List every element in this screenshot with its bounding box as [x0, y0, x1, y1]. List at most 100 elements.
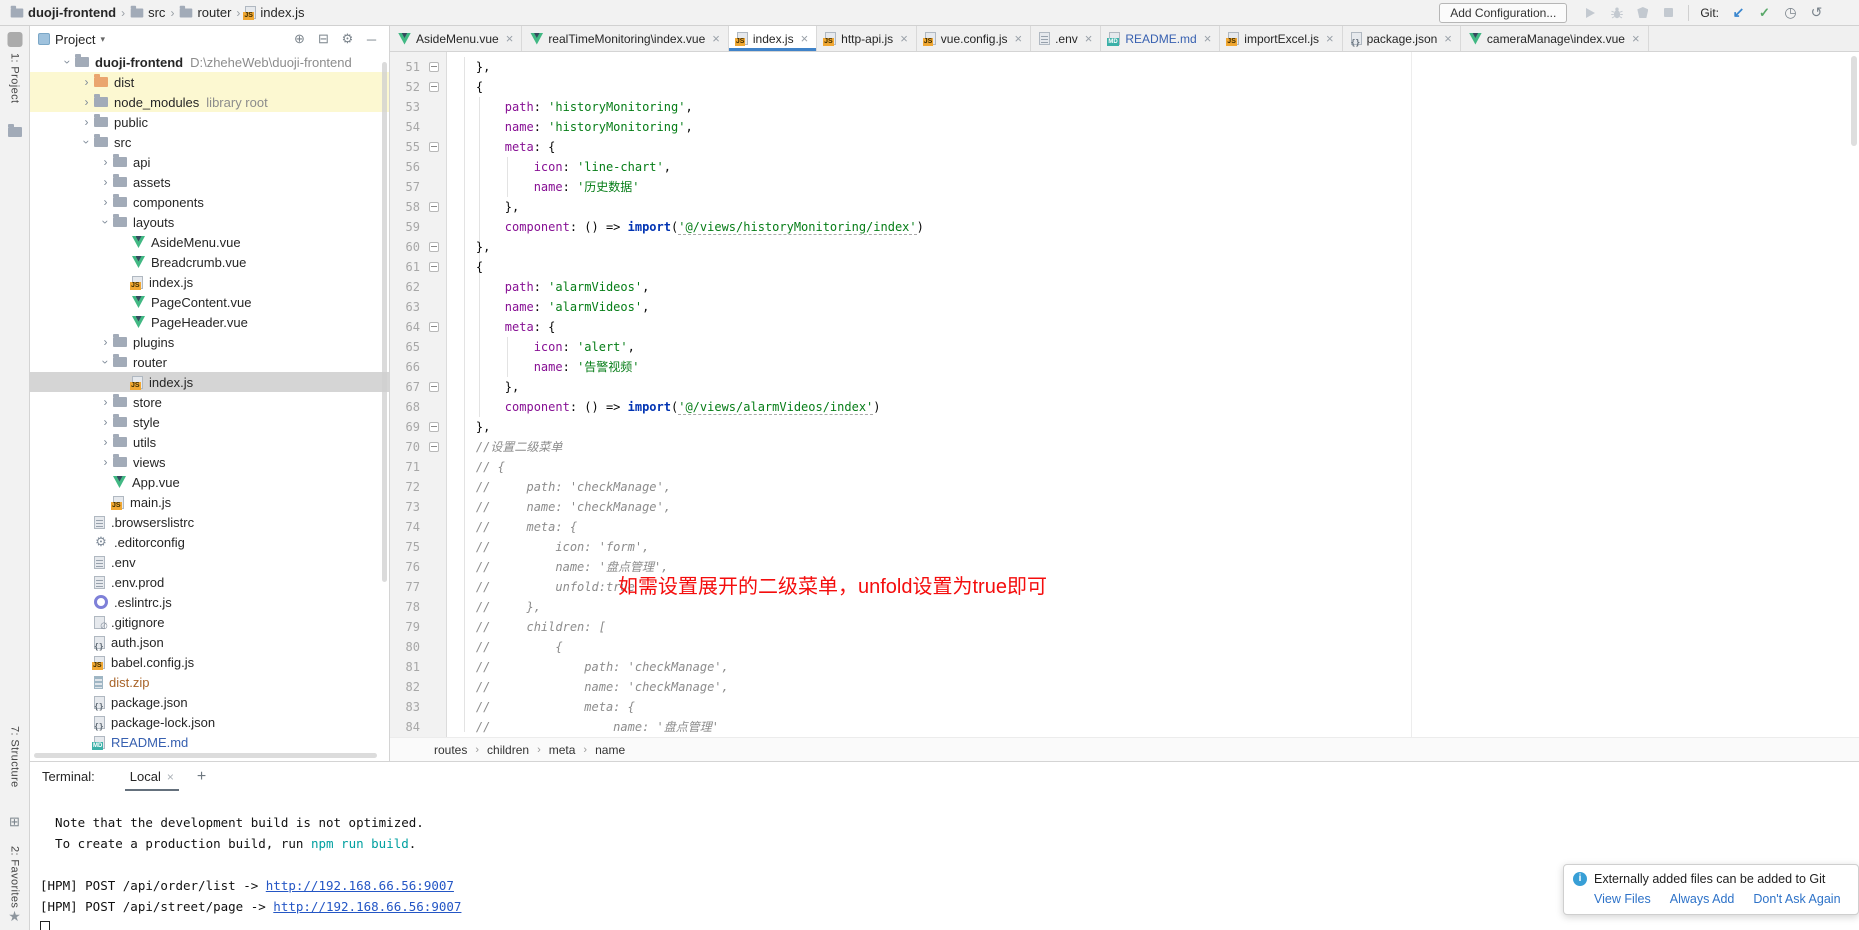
breadcrumb-item-src[interactable]: src — [130, 5, 165, 20]
project-folder-icon[interactable] — [8, 127, 22, 137]
tree-item-babel.config.js[interactable]: babel.config.js — [30, 652, 389, 672]
tree-item-.env[interactable]: .env — [30, 552, 389, 572]
tree-item-components[interactable]: ›components — [30, 192, 389, 212]
notification-action-don't-ask-again[interactable]: Don't Ask Again — [1753, 892, 1840, 906]
tool-window-icon[interactable] — [7, 32, 22, 47]
structure-icon[interactable]: ⊞ — [9, 814, 20, 830]
tree-item-AsideMenu.vue[interactable]: AsideMenu.vue — [30, 232, 389, 252]
fold-icon[interactable] — [420, 262, 447, 272]
editor-scrollbar[interactable] — [1851, 56, 1857, 146]
code-line-77[interactable]: 77 // unfold:true — [390, 577, 1859, 597]
notification-action-always-add[interactable]: Always Add — [1670, 892, 1735, 906]
tree-item-router[interactable]: ›router — [30, 352, 389, 372]
settings-gear-icon[interactable]: ⚙ — [338, 31, 357, 47]
tree-item-public[interactable]: ›public — [30, 112, 389, 132]
fold-icon[interactable] — [420, 322, 447, 332]
fold-icon[interactable] — [420, 62, 447, 72]
tree-item-duoji-frontend[interactable]: ›duoji-frontendD:\zheheWeb\duoji-fronten… — [30, 52, 389, 72]
code-line-74[interactable]: 74 // meta: { — [390, 517, 1859, 537]
chevron-closed-icon[interactable]: › — [98, 435, 113, 449]
terminal-link[interactable]: http://192.168.66.56:9007 — [273, 899, 461, 914]
code-line-59[interactable]: 59 component: () => import('@/views/hist… — [390, 217, 1859, 237]
code-line-51[interactable]: 51 }, — [390, 57, 1859, 77]
tree-item-PageContent.vue[interactable]: PageContent.vue — [30, 292, 389, 312]
code-line-52[interactable]: 52 { — [390, 77, 1859, 97]
tab-realTimeMonitoring\index.vue[interactable]: realTimeMonitoring\index.vue× — [522, 26, 729, 51]
tab-http-api.js[interactable]: http-api.js× — [817, 26, 917, 51]
code-line-76[interactable]: 76 // name: '盘点管理', — [390, 557, 1859, 577]
tree-item-PageHeader.vue[interactable]: PageHeader.vue — [30, 312, 389, 332]
code-line-62[interactable]: 62 path: 'alarmVideos', — [390, 277, 1859, 297]
code-line-57[interactable]: 57 name: '历史数据' — [390, 177, 1859, 197]
chevron-closed-icon[interactable]: › — [79, 95, 94, 109]
close-icon[interactable]: × — [801, 31, 809, 46]
tree-item-views[interactable]: ›views — [30, 452, 389, 472]
tree-item-index.js[interactable]: index.js — [30, 372, 389, 392]
tree-item-store[interactable]: ›store — [30, 392, 389, 412]
locate-file-icon[interactable]: ⊕ — [290, 31, 309, 47]
tree-item-utils[interactable]: ›utils — [30, 432, 389, 452]
chevron-open-icon[interactable]: › — [61, 55, 75, 70]
chevron-closed-icon[interactable]: › — [79, 75, 94, 89]
tab-README.md[interactable]: README.md× — [1101, 26, 1220, 51]
collapse-all-icon[interactable]: ⊟ — [314, 31, 333, 47]
tab-index.js[interactable]: index.js× — [729, 26, 817, 51]
tab-.env[interactable]: .env× — [1031, 26, 1101, 51]
coverage-icon[interactable] — [1634, 5, 1651, 21]
tree-item-.gitignore[interactable]: .gitignore — [30, 612, 389, 632]
close-icon[interactable]: × — [1014, 31, 1022, 46]
breadcrumb-item-duoji-frontend[interactable]: duoji-frontend — [10, 5, 116, 20]
chevron-closed-icon[interactable]: › — [98, 195, 113, 209]
tree-item-node_modules[interactable]: ›node_moduleslibrary root — [30, 92, 389, 112]
tree-item-.env.prod[interactable]: .env.prod — [30, 572, 389, 592]
terminal-link[interactable]: http://192.168.66.56:9007 — [266, 878, 454, 893]
tab-package.json[interactable]: package.json× — [1343, 26, 1461, 51]
notification-action-view-files[interactable]: View Files — [1594, 892, 1651, 906]
close-icon[interactable]: × — [506, 31, 514, 46]
fold-icon[interactable] — [420, 142, 447, 152]
tree-item-style[interactable]: ›style — [30, 412, 389, 432]
close-icon[interactable]: × — [167, 770, 174, 784]
code-line-56[interactable]: 56 icon: 'line-chart', — [390, 157, 1859, 177]
breadcrumb-item-router[interactable]: router — [179, 5, 231, 20]
run-icon[interactable] — [1582, 5, 1599, 21]
tree-item-Breadcrumb.vue[interactable]: Breadcrumb.vue — [30, 252, 389, 272]
new-terminal-icon[interactable]: + — [197, 768, 206, 786]
tree-item-App.vue[interactable]: App.vue — [30, 472, 389, 492]
hide-panel-icon[interactable]: ─ — [362, 32, 381, 47]
close-icon[interactable]: × — [1085, 31, 1093, 46]
close-icon[interactable]: × — [900, 31, 908, 46]
code-line-84[interactable]: 84 // name: '盘点管理' — [390, 717, 1859, 737]
tree-item-dist[interactable]: ›dist — [30, 72, 389, 92]
tree-item-assets[interactable]: ›assets — [30, 172, 389, 192]
code-editor[interactable]: 51 },52 {53 path: 'historyMonitoring',54… — [390, 52, 1859, 737]
breadcrumb-name[interactable]: name — [595, 743, 625, 757]
code-line-70[interactable]: 70 //设置二级菜单 — [390, 437, 1859, 457]
code-line-68[interactable]: 68 component: () => import('@/views/alar… — [390, 397, 1859, 417]
tab-importExcel.js[interactable]: importExcel.js× — [1220, 26, 1342, 51]
code-line-73[interactable]: 73 // name: 'checkManage', — [390, 497, 1859, 517]
code-line-60[interactable]: 60 }, — [390, 237, 1859, 257]
tree-item-.browserslistrc[interactable]: .browserslistrc — [30, 512, 389, 532]
code-line-64[interactable]: 64 meta: { — [390, 317, 1859, 337]
fold-icon[interactable] — [420, 422, 447, 432]
tree-item-auth.json[interactable]: auth.json — [30, 632, 389, 652]
tab-AsideMenu.vue[interactable]: AsideMenu.vue× — [390, 26, 522, 51]
tree-item-plugins[interactable]: ›plugins — [30, 332, 389, 352]
chevron-closed-icon[interactable]: › — [98, 455, 113, 469]
code-line-55[interactable]: 55 meta: { — [390, 137, 1859, 157]
fold-icon[interactable] — [420, 202, 447, 212]
tree-item-.eslintrc.js[interactable]: .eslintrc.js — [30, 592, 389, 612]
code-line-72[interactable]: 72 // path: 'checkManage', — [390, 477, 1859, 497]
fold-icon[interactable] — [420, 442, 447, 452]
chevron-open-icon[interactable]: › — [99, 215, 113, 230]
close-icon[interactable]: × — [1204, 31, 1212, 46]
code-line-69[interactable]: 69 }, — [390, 417, 1859, 437]
code-line-78[interactable]: 78 // }, — [390, 597, 1859, 617]
code-line-75[interactable]: 75 // icon: 'form', — [390, 537, 1859, 557]
fold-icon[interactable] — [420, 82, 447, 92]
code-line-82[interactable]: 82 // name: 'checkManage', — [390, 677, 1859, 697]
code-line-81[interactable]: 81 // path: 'checkManage', — [390, 657, 1859, 677]
code-line-66[interactable]: 66 name: '告警视频' — [390, 357, 1859, 377]
terminal-tab-local[interactable]: Local × — [125, 762, 179, 791]
